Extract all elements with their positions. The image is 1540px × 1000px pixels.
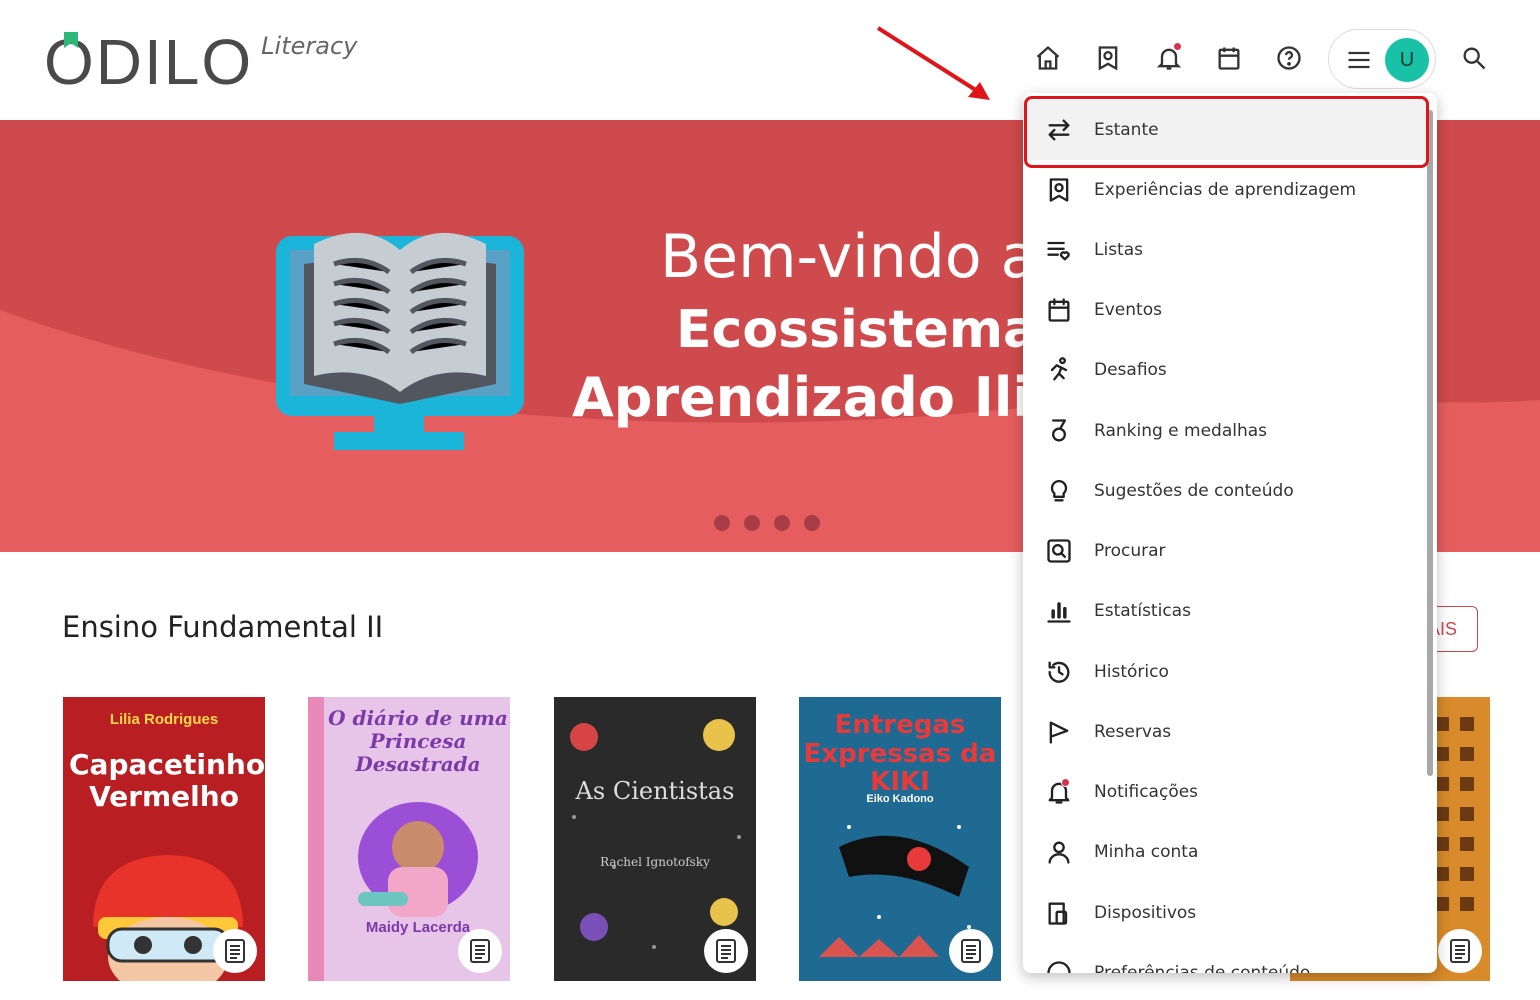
carousel-dot[interactable] — [774, 515, 790, 531]
list-heart-icon — [1043, 234, 1075, 266]
book-author: Eiko Kadono — [866, 793, 934, 805]
book-illustration — [358, 802, 478, 917]
menu-item-historico[interactable]: Histórico — [1023, 642, 1427, 702]
lightbulb-icon — [1043, 475, 1075, 507]
avatar: U — [1385, 38, 1429, 82]
book-author: Rachel Ignotofsky — [600, 855, 710, 869]
menu-item-label: Minha conta — [1094, 842, 1199, 862]
menu-item-label: Reservas — [1094, 722, 1172, 742]
bell-icon — [1043, 776, 1075, 808]
book-cover[interactable]: Lilia Rodrigues Capacetinho Vermelho — [63, 697, 265, 981]
flag-icon — [1043, 716, 1075, 748]
menu-item-procurar[interactable]: Procurar — [1023, 521, 1427, 581]
menu-item-label: Eventos — [1094, 300, 1162, 320]
menu-item-sugestoes[interactable]: Sugestões de conteúdo — [1023, 461, 1427, 521]
ebook-icon — [213, 929, 257, 973]
ebook-icon — [1438, 929, 1482, 973]
menu-item-label: Desafios — [1094, 360, 1167, 380]
menu-item-label: Notificações — [1094, 782, 1199, 802]
carousel-dot[interactable] — [714, 515, 730, 531]
notification-dot — [1173, 42, 1182, 51]
annotation-arrow-icon — [876, 26, 990, 100]
menu-item-estante[interactable]: Estante — [1023, 100, 1427, 160]
menu-item-reservas[interactable]: Reservas — [1023, 702, 1427, 762]
carousel-dot[interactable] — [804, 515, 820, 531]
menu-item-label: Estatísticas — [1094, 601, 1191, 621]
home-icon[interactable] — [1030, 40, 1066, 76]
menu-item-estatisticas[interactable]: Estatísticas — [1023, 581, 1427, 641]
main-menu-dropdown: Estante Experiências de aprendizagem Lis… — [1023, 93, 1437, 973]
book-title: O diário de uma Princesa Desastrada — [328, 706, 508, 776]
menu-item-label: Ranking e medalhas — [1094, 421, 1268, 441]
carousel-dots — [714, 515, 820, 531]
menu-item-minha-conta[interactable]: Minha conta — [1023, 822, 1427, 882]
devices-icon — [1043, 897, 1075, 929]
book-title: Entregas Expressas da KIKI — [803, 710, 997, 798]
search-icon[interactable] — [1456, 40, 1492, 76]
bar-chart-icon — [1043, 595, 1075, 627]
menu-item-dispositivos[interactable]: Dispositivos — [1023, 883, 1427, 943]
book-cover[interactable]: As Cientistas Rachel Ignotofsky — [554, 697, 756, 981]
menu-item-label: Dispositivos — [1094, 903, 1197, 923]
book-cover[interactable]: O diário de uma Princesa Desastrada Maid… — [308, 697, 510, 981]
menu-item-ranking[interactable]: Ranking e medalhas — [1023, 401, 1427, 461]
book-illustration — [1435, 717, 1474, 911]
menu-item-label: Procurar — [1094, 541, 1166, 561]
section-title: Ensino Fundamental II — [62, 610, 384, 644]
smile-icon — [1043, 957, 1075, 973]
book-author: Lilia Rodrigues — [109, 711, 219, 728]
menu-item-desafios[interactable]: Desafios — [1023, 340, 1427, 400]
menu-item-label: Preferências de conteúdo — [1094, 963, 1311, 973]
menu-scrollbar[interactable] — [1427, 110, 1433, 776]
menu-item-preferencias[interactable]: Preferências de conteúdo — [1023, 943, 1427, 973]
user-menu-button[interactable]: U — [1328, 29, 1436, 89]
running-icon — [1043, 354, 1075, 386]
menu-item-label: Sugestões de conteúdo — [1094, 481, 1294, 501]
calendar-icon[interactable] — [1211, 40, 1247, 76]
bookmark-badge-icon — [1043, 174, 1075, 206]
bell-icon[interactable] — [1151, 40, 1187, 76]
menu-item-listas[interactable]: Listas — [1023, 220, 1427, 280]
logo-subtitle: Literacy — [261, 32, 358, 60]
carousel-dot[interactable] — [744, 515, 760, 531]
menu-item-experiencias[interactable]: Experiências de aprendizagem — [1023, 160, 1427, 220]
menu-item-label: Estante — [1094, 120, 1159, 140]
book-monitor-illustration — [276, 232, 524, 450]
menu-item-notificacoes[interactable]: Notificações — [1023, 762, 1427, 822]
history-icon — [1043, 656, 1075, 688]
swap-arrows-icon — [1043, 114, 1075, 146]
calendar-icon — [1043, 294, 1075, 326]
book-cover[interactable]: Entregas Expressas da KIKI Eiko Kadono — [799, 697, 1001, 981]
menu-item-label: Listas — [1094, 240, 1143, 260]
menu-item-eventos[interactable]: Eventos — [1023, 280, 1427, 340]
search-box-icon — [1043, 535, 1075, 567]
help-icon[interactable] — [1271, 40, 1307, 76]
menu-item-label: Experiências de aprendizagem — [1094, 180, 1357, 200]
book-title: As Cientistas — [575, 777, 735, 805]
notification-dot — [1061, 778, 1070, 787]
odilo-logo[interactable]: ODILO Literacy — [44, 30, 357, 94]
banner-title-line3: Aprendizado Ili — [572, 366, 1031, 429]
ebook-icon — [704, 929, 748, 973]
bookmark-badge-icon[interactable] — [1090, 40, 1126, 76]
book-title: Capacetinho Vermelho — [69, 748, 265, 814]
ebook-icon — [949, 929, 993, 973]
menu-item-label: Histórico — [1094, 662, 1169, 682]
user-icon — [1043, 836, 1075, 868]
medal-icon — [1043, 415, 1075, 447]
ebook-icon — [458, 929, 502, 973]
menu-icon — [1348, 51, 1370, 69]
banner-title-line2: Ecossistema — [676, 300, 1039, 360]
banner-title-line1: Bem-vindo ao — [660, 222, 1075, 292]
